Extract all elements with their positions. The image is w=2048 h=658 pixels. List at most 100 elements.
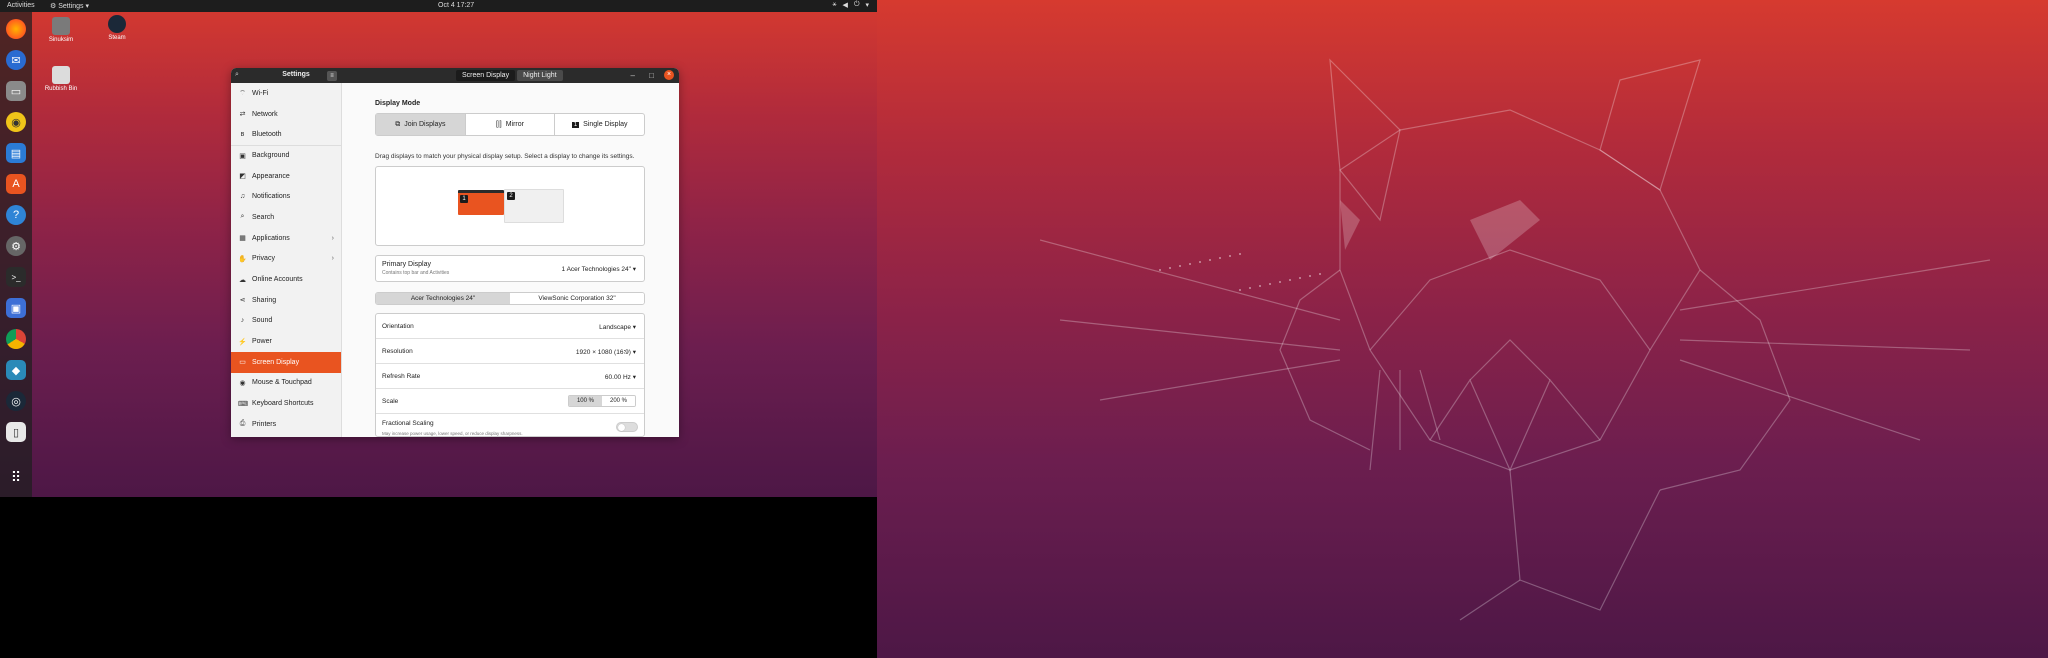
sidebar-item-notifications[interactable]: ♫ Notifications xyxy=(231,186,341,207)
single-display-button[interactable]: 1 Single Display xyxy=(555,114,644,135)
tab-screen-display[interactable]: Screen Display xyxy=(456,70,516,81)
primary-display-sublabel: Contains top bar and Activities xyxy=(382,270,450,276)
monitor-2-preview[interactable]: 2 xyxy=(504,189,564,223)
settings-sidebar: ⌔ Wi-Fi ⇄ Network ʙ Bluetooth ▣ Background ◩… xyxy=(231,83,342,437)
wallpaper-cat-art xyxy=(1040,58,1991,621)
app-menu-button[interactable]: ⚙ Settings ▾ xyxy=(50,2,89,10)
resolution-row[interactable]: Resolution 1920 × 1080 (16∶9) ▾ xyxy=(376,339,644,364)
sidebar-item-online-accounts[interactable]: ☁ Online Accounts xyxy=(231,269,341,290)
sidebar-item-keyboard-shortcuts[interactable]: ⌨ Keyboard Shortcuts xyxy=(231,393,341,414)
monitor-number: 2 xyxy=(507,192,515,200)
sidebar-item-appearance[interactable]: ◩ Appearance xyxy=(231,166,341,187)
sidebar-item-mouse-touchpad[interactable]: ◉ Mouse & Touchpad xyxy=(231,373,341,394)
tab-night-light[interactable]: Night Light xyxy=(517,70,563,81)
system-tray[interactable]: ⚹ ◀ ⏻ ▾ xyxy=(832,1,869,9)
sidebar-item-sound[interactable]: ♪ Sound xyxy=(231,311,341,332)
scale-selector: 100 % 200 % xyxy=(567,395,636,407)
power-icon: ⚡ xyxy=(238,338,247,346)
search-icon: ⌕ xyxy=(240,213,245,221)
sidebar-item-search[interactable]: ⌕ Search xyxy=(231,207,341,228)
resolution-dropdown[interactable]: 1920 × 1080 (16∶9) ▾ xyxy=(576,348,636,356)
sidebar-item-privacy[interactable]: ✋ Privacy › xyxy=(231,249,341,270)
scale-label: Scale xyxy=(382,398,399,405)
primary-display-row[interactable]: Primary Display Contains top bar and Act… xyxy=(375,255,645,282)
chrome-icon[interactable] xyxy=(6,329,26,349)
scale-100-button[interactable]: 100 % xyxy=(568,396,602,406)
privacy-icon: ✋ xyxy=(238,255,247,263)
refresh-rate-row[interactable]: Refresh Rate 60.00 Hz ▾ xyxy=(376,364,644,389)
close-button[interactable]: × xyxy=(664,70,674,80)
power-icon: ⏻ xyxy=(853,1,860,8)
desktop-icon-label: Rubbish Bin xyxy=(44,86,78,92)
monitor-number: 1 xyxy=(460,195,468,203)
ubuntu-software-icon[interactable]: A xyxy=(6,174,26,194)
monitor-1-preview[interactable]: 1 xyxy=(458,190,504,215)
sidebar-item-label: Notifications xyxy=(252,193,291,201)
files-icon[interactable]: ▭ xyxy=(6,81,26,101)
steam-icon xyxy=(108,15,126,33)
display-settings-panel: Display Mode ⧉ Join Displays [|] Mirror 1S… xyxy=(343,83,679,437)
display-mode-title: Display Mode xyxy=(375,100,421,107)
monitor-tabs: Acer Technologies 24" ViewSonic Corporat… xyxy=(375,292,645,305)
chevron-right-icon: › xyxy=(331,255,334,263)
appearance-icon: ◩ xyxy=(239,173,246,181)
tab-monitor-viewsonic[interactable]: ViewSonic Corporation 32" xyxy=(510,293,644,304)
applications-icon: ▦ xyxy=(239,235,246,243)
libreoffice-writer-icon[interactable]: ▤ xyxy=(6,143,26,163)
fractional-scaling-toggle[interactable] xyxy=(616,422,638,432)
thunderbird-icon[interactable]: ✉ xyxy=(6,50,26,70)
resolution-label: Resolution xyxy=(382,348,413,355)
maximize-button[interactable]: □ xyxy=(649,71,654,80)
sidebar-item-bluetooth[interactable]: ʙ Bluetooth xyxy=(231,124,341,145)
arrangement-hint: Drag displays to match your physical dis… xyxy=(375,153,635,160)
text-editor-icon[interactable]: ▯ xyxy=(6,422,26,442)
screenshot-icon[interactable]: ▣ xyxy=(6,298,26,318)
sidebar-item-network[interactable]: ⇄ Network xyxy=(231,104,341,125)
join-displays-icon: ⧉ xyxy=(395,120,401,128)
clock[interactable]: Oct 4 17:27 xyxy=(438,2,474,9)
join-displays-button[interactable]: ⧉ Join Displays xyxy=(376,114,466,135)
hamburger-menu-icon[interactable]: ≡ xyxy=(327,71,337,81)
sidebar-item-label: Appearance xyxy=(252,172,290,180)
steam-icon[interactable]: ◎ xyxy=(6,391,26,411)
trash-icon xyxy=(52,66,70,84)
tab-monitor-acer[interactable]: Acer Technologies 24" xyxy=(376,293,510,304)
minimize-button[interactable]: – xyxy=(631,71,635,80)
activities-button[interactable]: Activities xyxy=(7,2,35,9)
orientation-row[interactable]: Orientation Landscape ▾ xyxy=(376,314,644,339)
scale-200-button[interactable]: 200 % xyxy=(601,396,635,406)
search-icon[interactable]: ⌕ xyxy=(235,71,245,81)
sidebar-item-applications[interactable]: ▦ Applications › xyxy=(231,228,341,249)
desktop-icon-steam[interactable]: Steam xyxy=(92,15,142,41)
refresh-rate-dropdown[interactable]: 60.00 Hz ▾ xyxy=(605,373,636,381)
orientation-label: Orientation xyxy=(382,323,414,330)
help-icon[interactable]: ? xyxy=(6,205,26,225)
app-grid-icon[interactable]: ⠿ xyxy=(6,467,26,487)
sidebar-item-wifi[interactable]: ⌔ Wi-Fi xyxy=(231,83,341,104)
sidebar-item-sharing[interactable]: ⋖ Sharing xyxy=(231,290,341,311)
scale-row: Scale 100 % 200 % xyxy=(376,389,644,414)
kodi-icon[interactable]: ◆ xyxy=(6,360,26,380)
network-icon: ⇄ xyxy=(239,111,246,119)
sidebar-item-label: Printers xyxy=(252,420,277,428)
sidebar-item-power[interactable]: ⚡ Power xyxy=(231,331,341,352)
sidebar-item-background[interactable]: ▣ Background xyxy=(231,145,341,166)
sidebar-item-label: Applications xyxy=(252,234,290,242)
rhythmbox-icon[interactable]: ◉ xyxy=(6,112,26,132)
desktop-icon-sinuksim[interactable]: Sinuksim xyxy=(36,17,86,43)
firefox-icon[interactable] xyxy=(6,19,26,39)
settings-icon[interactable]: ⚙ xyxy=(6,236,26,256)
sidebar-item-screen-display[interactable]: ▭ Screen Display xyxy=(231,351,341,373)
display-icon: ▭ xyxy=(239,359,246,367)
mirror-button[interactable]: [|] Mirror xyxy=(466,114,556,135)
sidebar-item-printers[interactable]: ⎙ Printers xyxy=(231,414,341,435)
orientation-dropdown[interactable]: Landscape ▾ xyxy=(599,323,636,331)
desktop-icon-rubbish-bin[interactable]: Rubbish Bin xyxy=(36,66,86,92)
fractional-scaling-label: Fractional Scaling xyxy=(382,420,434,427)
window-title: Settings xyxy=(282,71,310,78)
primary-display-dropdown[interactable]: 1 Acer Technologies 24" ▾ xyxy=(562,265,636,273)
mirror-icon: [|] xyxy=(496,121,502,128)
terminal-icon[interactable]: >_ xyxy=(6,267,26,287)
sidebar-item-label: Mouse & Touchpad xyxy=(252,379,312,387)
desktop: Activities ⚙ Settings ▾ Oct 4 17:27 ⚹ ◀ … xyxy=(0,0,2048,658)
